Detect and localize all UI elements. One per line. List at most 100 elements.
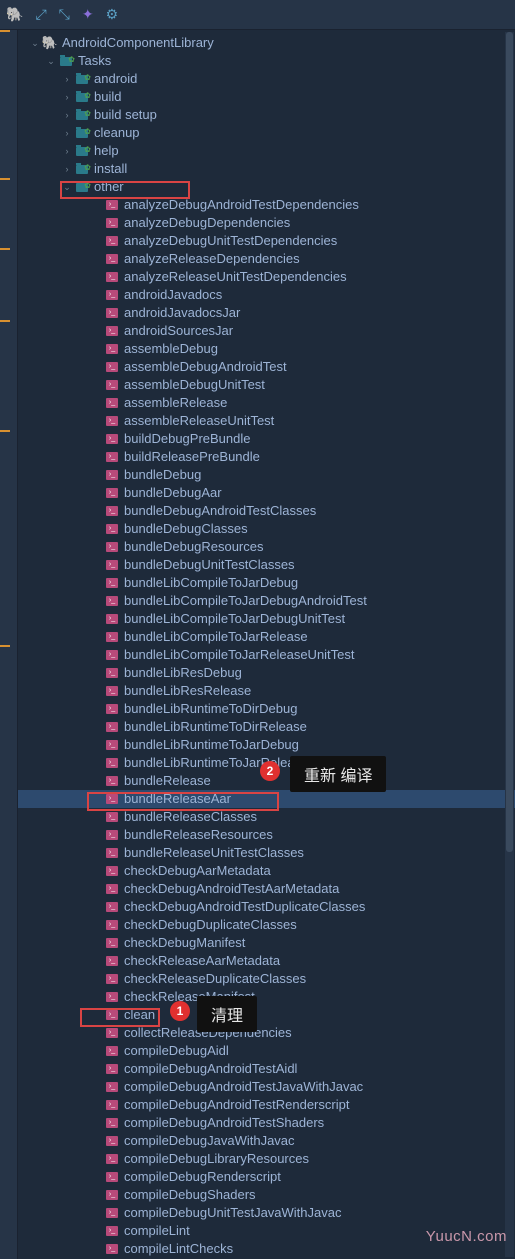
task-analyzeDebugDependencies[interactable]: ›_analyzeDebugDependencies — [18, 214, 515, 232]
task-androidJavadocs[interactable]: ›_androidJavadocs — [18, 286, 515, 304]
task-icon: ›_ — [106, 596, 118, 606]
task-icon: ›_ — [106, 614, 118, 624]
task-bundleLibRuntimeToJarRelease[interactable]: ›_bundleLibRuntimeToJarRelease — [18, 754, 515, 772]
task-bundleLibCompileToJarRelease[interactable]: ›_bundleLibCompileToJarRelease — [18, 628, 515, 646]
task-bundleLibCompileToJarDebugUnitTest[interactable]: ›_bundleLibCompileToJarDebugUnitTest — [18, 610, 515, 628]
task-group-other[interactable]: ⌄ other — [18, 178, 515, 196]
folder-icon — [76, 129, 88, 138]
task-group-install[interactable]: ›install — [18, 160, 515, 178]
scrollbar-thumb[interactable] — [506, 32, 513, 852]
task-analyzeDebugUnitTestDependencies[interactable]: ›_analyzeDebugUnitTestDependencies — [18, 232, 515, 250]
task-icon: ›_ — [106, 398, 118, 408]
task-compileDebugLibraryResources[interactable]: ›_compileDebugLibraryResources — [18, 1150, 515, 1168]
collapse-all-icon[interactable]: ⤡ — [59, 6, 70, 23]
task-bundleReleaseUnitTestClasses[interactable]: ›_bundleReleaseUnitTestClasses — [18, 844, 515, 862]
task-bundleDebugUnitTestClasses[interactable]: ›_bundleDebugUnitTestClasses — [18, 556, 515, 574]
chevron-down-icon[interactable]: ⌄ — [44, 52, 58, 70]
task-checkDebugAndroidTestDuplicateClasses[interactable]: ›_checkDebugAndroidTestDuplicateClasses — [18, 898, 515, 916]
task-analyzeDebugAndroidTestDependencies[interactable]: ›_analyzeDebugAndroidTestDependencies — [18, 196, 515, 214]
task-bundleLibCompileToJarDebug[interactable]: ›_bundleLibCompileToJarDebug — [18, 574, 515, 592]
task-bundleDebugClasses[interactable]: ›_bundleDebugClasses — [18, 520, 515, 538]
tree-item-label: bundleLibRuntimeToDirRelease — [124, 718, 307, 736]
tree-item-label: Tasks — [78, 52, 111, 70]
task-bundleReleaseClasses[interactable]: ›_bundleReleaseClasses — [18, 808, 515, 826]
task-group-build[interactable]: ›build — [18, 88, 515, 106]
task-analyzeReleaseUnitTestDependencies[interactable]: ›_analyzeReleaseUnitTestDependencies — [18, 268, 515, 286]
folder-icon — [76, 147, 88, 156]
chevron-right-icon[interactable]: › — [60, 124, 74, 142]
tree-item-label: analyzeReleaseUnitTestDependencies — [124, 268, 347, 286]
task-assembleDebugUnitTest[interactable]: ›_assembleDebugUnitTest — [18, 376, 515, 394]
chevron-right-icon[interactable]: › — [60, 160, 74, 178]
task-bundleLibResDebug[interactable]: ›_bundleLibResDebug — [18, 664, 515, 682]
task-bundleReleaseAar[interactable]: ›_bundleReleaseAar — [18, 790, 515, 808]
folder-icon — [76, 183, 88, 192]
task-clean[interactable]: ›_clean — [18, 1006, 515, 1024]
task-collectReleaseDependencies[interactable]: ›_collectReleaseDependencies — [18, 1024, 515, 1042]
task-buildReleasePreBundle[interactable]: ›_buildReleasePreBundle — [18, 448, 515, 466]
task-bundleLibRuntimeToDirDebug[interactable]: ›_bundleLibRuntimeToDirDebug — [18, 700, 515, 718]
task-bundleDebug[interactable]: ›_bundleDebug — [18, 466, 515, 484]
task-icon: ›_ — [106, 524, 118, 534]
project-root[interactable]: ⌄🐘AndroidComponentLibrary — [18, 34, 515, 52]
task-checkDebugManifest[interactable]: ›_checkDebugManifest — [18, 934, 515, 952]
task-androidJavadocsJar[interactable]: ›_androidJavadocsJar — [18, 304, 515, 322]
chevron-right-icon[interactable]: › — [60, 106, 74, 124]
task-bundleReleaseResources[interactable]: ›_bundleReleaseResources — [18, 826, 515, 844]
task-bundleRelease[interactable]: ›_bundleRelease — [18, 772, 515, 790]
tree-item-label: other — [94, 178, 124, 196]
wand-icon[interactable]: ✦ — [82, 6, 94, 23]
gear-icon[interactable]: ⚙ — [106, 6, 119, 23]
task-assembleDebugAndroidTest[interactable]: ›_assembleDebugAndroidTest — [18, 358, 515, 376]
task-checkDebugDuplicateClasses[interactable]: ›_checkDebugDuplicateClasses — [18, 916, 515, 934]
task-checkDebugAndroidTestAarMetadata[interactable]: ›_checkDebugAndroidTestAarMetadata — [18, 880, 515, 898]
task-group-help[interactable]: ›help — [18, 142, 515, 160]
task-checkReleaseManifest[interactable]: ›_checkReleaseManifest — [18, 988, 515, 1006]
task-bundleDebugAndroidTestClasses[interactable]: ›_bundleDebugAndroidTestClasses — [18, 502, 515, 520]
task-icon: ›_ — [106, 920, 118, 930]
task-compileDebugAndroidTestJavaWithJavac[interactable]: ›_compileDebugAndroidTestJavaWithJavac — [18, 1078, 515, 1096]
task-compileDebugUnitTestJavaWithJavac[interactable]: ›_compileDebugUnitTestJavaWithJavac — [18, 1204, 515, 1222]
tree-item-label: bundleDebugAar — [124, 484, 222, 502]
task-assembleRelease[interactable]: ›_assembleRelease — [18, 394, 515, 412]
tasks-folder[interactable]: ⌄ Tasks — [18, 52, 515, 70]
task-bundleDebugResources[interactable]: ›_bundleDebugResources — [18, 538, 515, 556]
task-bundleLibRuntimeToDirRelease[interactable]: ›_bundleLibRuntimeToDirRelease — [18, 718, 515, 736]
task-compileDebugShaders[interactable]: ›_compileDebugShaders — [18, 1186, 515, 1204]
task-checkReleaseDuplicateClasses[interactable]: ›_checkReleaseDuplicateClasses — [18, 970, 515, 988]
tree-item-label: compileDebugAndroidTestShaders — [124, 1114, 324, 1132]
task-compileDebugAndroidTestRenderscript[interactable]: ›_compileDebugAndroidTestRenderscript — [18, 1096, 515, 1114]
task-assembleDebug[interactable]: ›_assembleDebug — [18, 340, 515, 358]
task-compileDebugAidl[interactable]: ›_compileDebugAidl — [18, 1042, 515, 1060]
chevron-right-icon[interactable]: › — [60, 142, 74, 160]
task-buildDebugPreBundle[interactable]: ›_buildDebugPreBundle — [18, 430, 515, 448]
task-icon: ›_ — [106, 992, 118, 1002]
expand-all-icon[interactable]: ⤢ — [35, 6, 46, 23]
chevron-right-icon[interactable]: › — [60, 88, 74, 106]
task-icon: ›_ — [106, 866, 118, 876]
chevron-right-icon[interactable]: › — [60, 70, 74, 88]
task-compileDebugJavaWithJavac[interactable]: ›_compileDebugJavaWithJavac — [18, 1132, 515, 1150]
task-compileDebugAndroidTestShaders[interactable]: ›_compileDebugAndroidTestShaders — [18, 1114, 515, 1132]
task-androidSourcesJar[interactable]: ›_androidSourcesJar — [18, 322, 515, 340]
task-bundleDebugAar[interactable]: ›_bundleDebugAar — [18, 484, 515, 502]
task-compileDebugRenderscript[interactable]: ›_compileDebugRenderscript — [18, 1168, 515, 1186]
task-bundleLibCompileToJarReleaseUnitTest[interactable]: ›_bundleLibCompileToJarReleaseUnitTest — [18, 646, 515, 664]
task-group-build-setup[interactable]: ›build setup — [18, 106, 515, 124]
task-assembleReleaseUnitTest[interactable]: ›_assembleReleaseUnitTest — [18, 412, 515, 430]
task-bundleLibResRelease[interactable]: ›_bundleLibResRelease — [18, 682, 515, 700]
task-group-cleanup[interactable]: ›cleanup — [18, 124, 515, 142]
scrollbar[interactable] — [505, 32, 514, 1257]
chevron-down-icon[interactable]: ⌄ — [28, 34, 42, 52]
task-group-android[interactable]: ›android — [18, 70, 515, 88]
task-bundleLibCompileToJarDebugAndroidTest[interactable]: ›_bundleLibCompileToJarDebugAndroidTest — [18, 592, 515, 610]
task-compileDebugAndroidTestAidl[interactable]: ›_compileDebugAndroidTestAidl — [18, 1060, 515, 1078]
task-bundleLibRuntimeToJarDebug[interactable]: ›_bundleLibRuntimeToJarDebug — [18, 736, 515, 754]
gradle-icon[interactable]: 🐘 — [6, 6, 23, 23]
tree-item-label: compileDebugUnitTestJavaWithJavac — [124, 1204, 341, 1222]
task-checkReleaseAarMetadata[interactable]: ›_checkReleaseAarMetadata — [18, 952, 515, 970]
task-checkDebugAarMetadata[interactable]: ›_checkDebugAarMetadata — [18, 862, 515, 880]
tree-item-label: bundleLibRuntimeToJarRelease — [124, 754, 308, 772]
task-analyzeReleaseDependencies[interactable]: ›_analyzeReleaseDependencies — [18, 250, 515, 268]
chevron-down-icon[interactable]: ⌄ — [60, 178, 74, 196]
